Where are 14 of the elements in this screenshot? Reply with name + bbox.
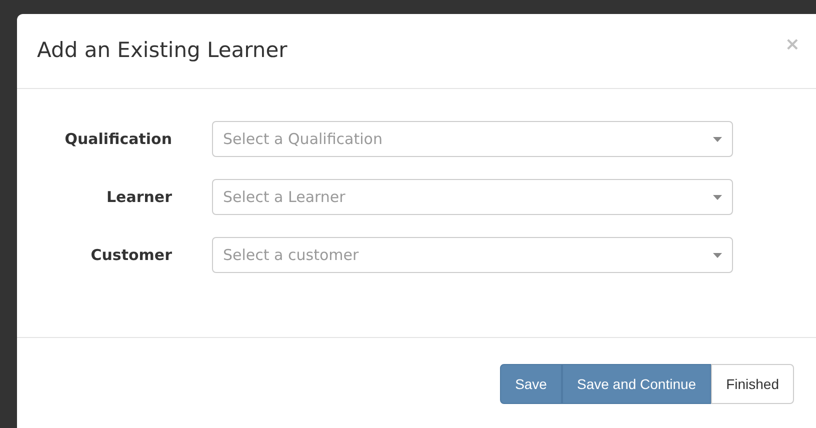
- select-field[interactable]: Select a Learner: [212, 179, 733, 215]
- caret-icon: [713, 252, 722, 258]
- primary-button[interactable]: Save: [500, 364, 562, 404]
- primary-button[interactable]: Save and Continue: [562, 364, 712, 404]
- field-label: Customer: [90, 244, 173, 266]
- field-label: Qualification: [64, 128, 173, 150]
- caret-icon: [713, 136, 722, 142]
- secondary-button[interactable]: Finished: [711, 364, 794, 404]
- select-field[interactable]: Select a customer: [212, 237, 733, 273]
- close-button[interactable]: ×: [784, 30, 800, 58]
- caret-icon: [713, 194, 722, 200]
- dialog-title: Add an Existing Learner: [37, 37, 288, 64]
- select-field[interactable]: Select a Qualification: [212, 121, 733, 157]
- field-label: Learner: [105, 186, 173, 208]
